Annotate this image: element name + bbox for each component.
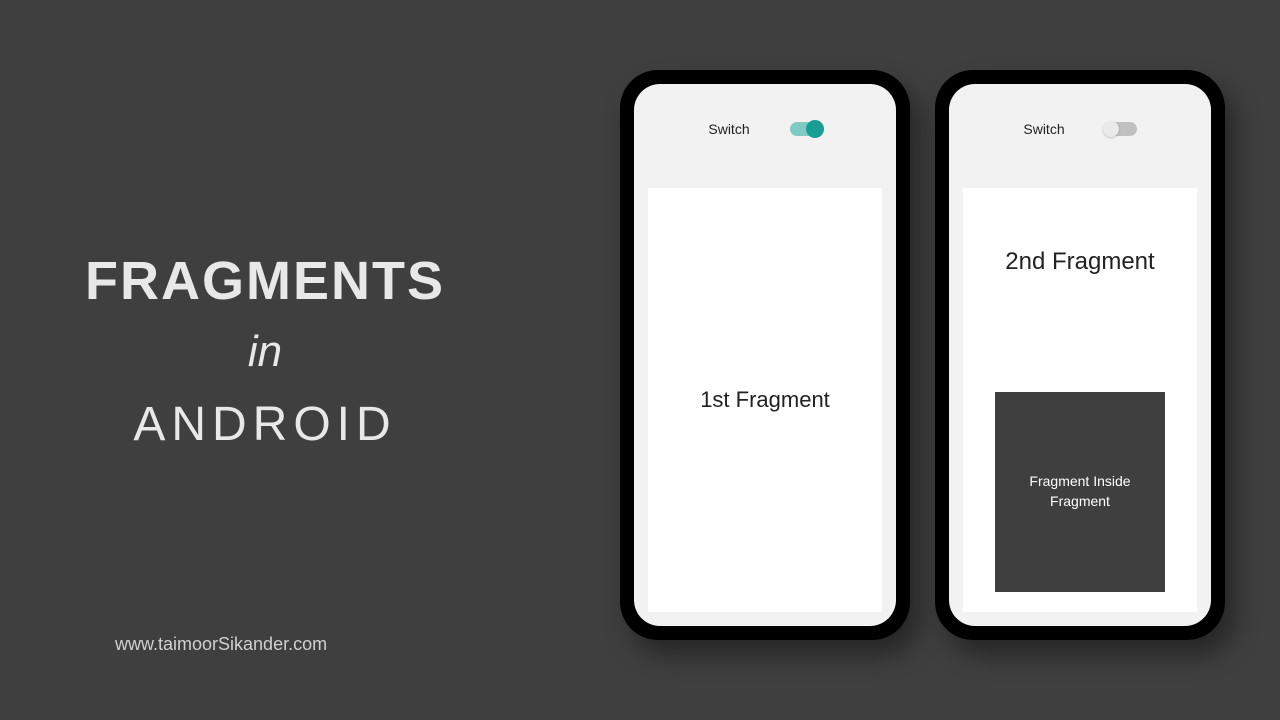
phone-screen-2: Switch 2nd Fragment Fragment Inside Frag…	[949, 84, 1211, 626]
phone-header-2: Switch	[949, 84, 1211, 174]
title-android: ANDROID	[85, 397, 445, 452]
fragment-container-1: 1st Fragment	[648, 188, 882, 612]
fragment-container-2: 2nd Fragment Fragment Inside Fragment	[963, 188, 1197, 612]
switch-label: Switch	[708, 121, 749, 137]
title-block: FRAGMENTS in ANDROID	[85, 250, 445, 452]
footer-url: www.taimoorSikander.com	[115, 634, 327, 655]
phone-mockup-2: Switch 2nd Fragment Fragment Inside Frag…	[935, 70, 1225, 640]
nested-fragment: Fragment Inside Fragment	[995, 392, 1165, 592]
phone-header-1: Switch	[634, 84, 896, 174]
switch-toggle[interactable]	[790, 122, 822, 136]
switch-toggle[interactable]	[1105, 122, 1137, 136]
phone-mockup-1: Switch 1st Fragment	[620, 70, 910, 640]
switch-label: Switch	[1023, 121, 1064, 137]
nested-fragment-text: Fragment Inside Fragment	[1010, 472, 1150, 511]
title-in: in	[85, 327, 445, 377]
phone-screen-1: Switch 1st Fragment	[634, 84, 896, 626]
fragment-2-text: 2nd Fragment	[1005, 248, 1154, 276]
phone-body-2: 2nd Fragment Fragment Inside Fragment	[949, 174, 1211, 626]
phone-body-1: 1st Fragment	[634, 174, 896, 626]
title-fragments: FRAGMENTS	[85, 250, 445, 312]
fragment-1-text: 1st Fragment	[700, 387, 830, 413]
phones-container: Switch 1st Fragment Switch 2nd Fragment …	[620, 70, 1225, 640]
